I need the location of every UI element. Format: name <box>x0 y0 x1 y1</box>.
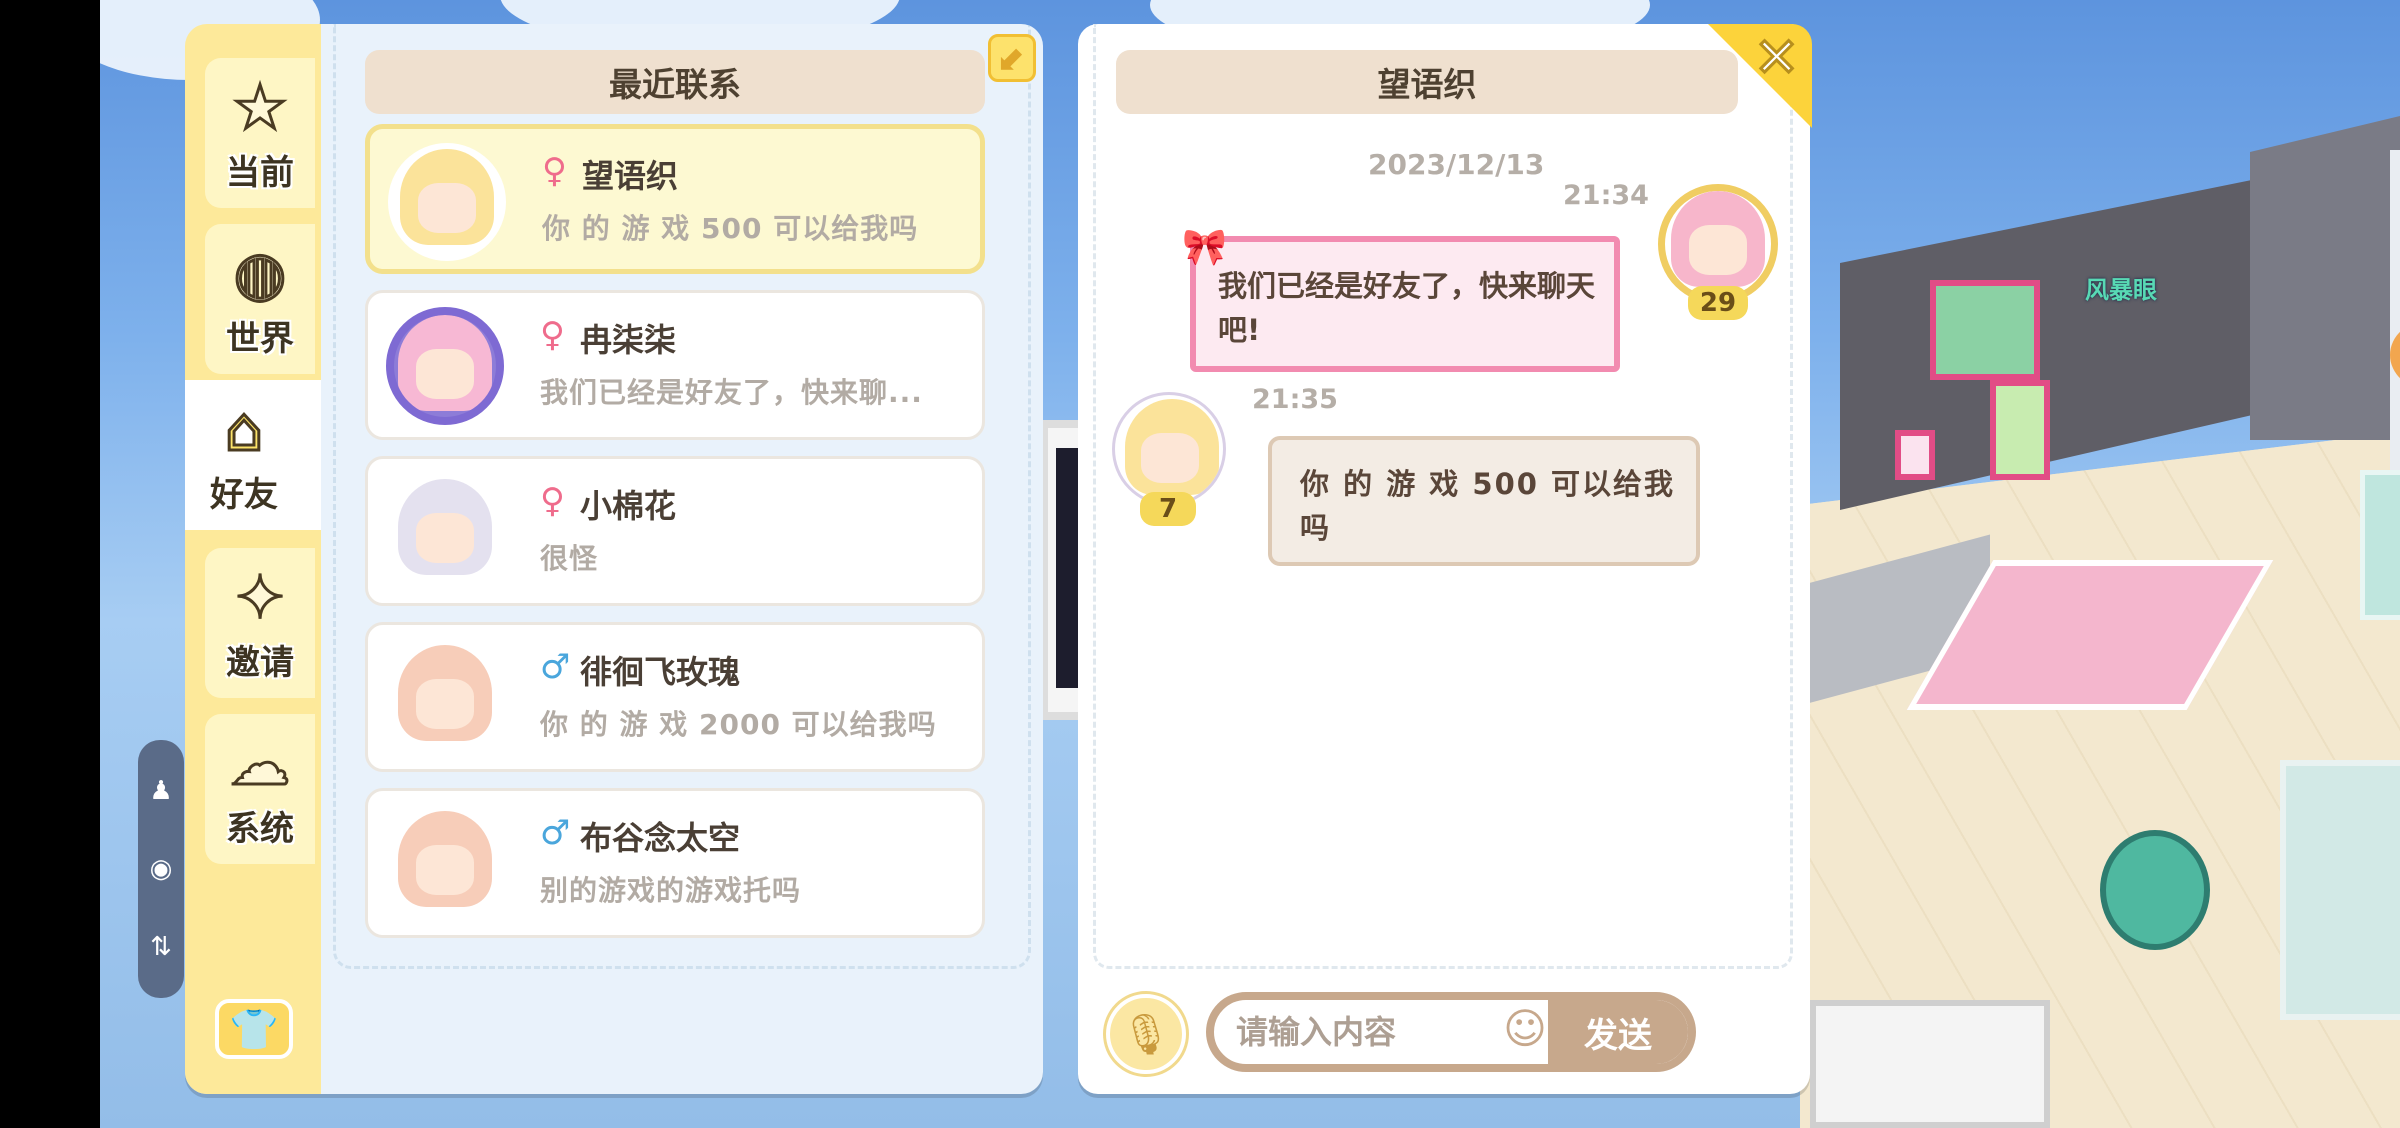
send-button[interactable]: 发送 <box>1548 1000 1688 1064</box>
avatar <box>386 473 504 591</box>
chat-panel: 望语织 ✕ 2023/12/13 21:34 🎀 我们已经是好友了，快来聊天吧!… <box>1078 24 1812 1094</box>
avatar <box>386 307 504 425</box>
house-icon: ⌂ <box>223 394 264 467</box>
contact-name: 小棉花 <box>580 487 677 525</box>
contact-item[interactable]: ♂ 布谷念太空 别的游戏的游戏托吗 <box>365 788 985 938</box>
message-bubble: 你 的 游 戏 500 可以给我吗 <box>1268 436 1700 566</box>
chat-input-bar: ☺ 发送 <box>1206 992 1696 1072</box>
tab-world[interactable]: ◍ 世界 <box>205 224 315 374</box>
avatar-face <box>1141 433 1199 483</box>
contact-item[interactable]: ♀ 望语织 你 的 游 戏 500 可以给我吗 <box>365 124 985 274</box>
level-badge: 7 <box>1140 492 1196 526</box>
avatar <box>386 639 504 757</box>
egg-chair <box>2100 830 2210 950</box>
avatar-face <box>416 349 474 399</box>
contact-name: 冉柒柒 <box>580 321 677 359</box>
contact-last-message: 你 的 游 戏 500 可以给我吗 <box>542 212 919 245</box>
collapse-arrow-icon[interactable]: ⬋ <box>988 34 1036 82</box>
message-text: 你 的 游 戏 500 可以给我吗 <box>1300 467 1676 545</box>
sparkle-stars-icon: ✦ <box>233 562 286 635</box>
contact-last-message: 很怪 <box>540 542 599 575</box>
recent-contacts-title: 最近联系 <box>365 50 985 114</box>
chat-title: 望语织 <box>1116 50 1738 114</box>
switch-icon[interactable]: ⇅ <box>144 930 178 964</box>
male-icon: ♂ <box>540 813 571 853</box>
avatar <box>386 805 504 923</box>
contact-last-message: 你 的 游 戏 2000 可以给我吗 <box>540 708 937 741</box>
planet-icon: ◍ <box>232 238 287 311</box>
room <box>1800 0 2400 1128</box>
avatar[interactable] <box>1112 392 1226 506</box>
chat-date: 2023/12/13 <box>1368 148 1545 181</box>
message-bubble: 🎀 我们已经是好友了，快来聊天吧! <box>1182 227 1620 372</box>
tab-friends[interactable]: ⌂ 好友 <box>185 380 321 530</box>
tab-label: 邀请 <box>226 643 294 683</box>
shelf <box>2280 760 2400 1020</box>
avatar-face <box>416 679 474 729</box>
room-wall-right <box>2250 80 2400 440</box>
avatar <box>388 143 506 261</box>
room-door <box>2390 150 2400 470</box>
microphone-icon[interactable]: 🎙 <box>1106 994 1186 1074</box>
picture-frame <box>1990 380 2050 480</box>
star-icon: ★ <box>232 72 289 145</box>
shirt-icon[interactable]: 👕 <box>215 999 293 1059</box>
tab-label: 当前 <box>226 153 294 193</box>
people-icon[interactable]: ♟ <box>144 774 178 808</box>
avatar-face <box>416 513 474 563</box>
contact-name: 徘徊飞玫瑰 <box>580 653 741 691</box>
contact-item[interactable]: ♂ 徘徊飞玫瑰 你 的 游 戏 2000 可以给我吗 <box>365 622 985 772</box>
emoji-cat-icon[interactable]: ☺ <box>1499 1004 1551 1058</box>
avatar-face <box>1689 225 1747 275</box>
fridge <box>2360 470 2400 620</box>
piano <box>1810 1000 2050 1128</box>
tab-label: 世界 <box>226 319 294 359</box>
message-time: 21:34 <box>1563 180 1649 211</box>
female-icon: ♀ <box>540 315 565 355</box>
avatar-face <box>418 183 476 233</box>
eye-icon[interactable]: ◉ <box>144 852 178 886</box>
contact-last-message: 我们已经是好友了，快来聊... <box>540 376 923 409</box>
tab-system[interactable]: ☁ 系统 <box>205 714 315 864</box>
contacts-panel: ★ 当前 ◍ 世界 ⌂ 好友 ✦ 邀请 ☁ 系统 👕 最近联系 ⬋ ♀ 望语织 … <box>185 24 1043 1094</box>
side-toolbar: ♟ ◉ ⇅ <box>138 740 184 998</box>
message-text: 我们已经是好友了，快来聊天吧! <box>1218 269 1596 347</box>
level-badge: 29 <box>1688 286 1748 320</box>
tab-current[interactable]: ★ 当前 <box>205 58 315 208</box>
picture-frame <box>1930 280 2040 380</box>
message-time: 21:35 <box>1252 384 1338 415</box>
contact-item[interactable]: ♀ 小棉花 很怪 <box>365 456 985 606</box>
tab-label: 系统 <box>226 809 294 849</box>
male-icon: ♂ <box>540 647 571 687</box>
avatar-face <box>416 845 474 895</box>
picture-frame <box>1895 430 1935 480</box>
chat-input[interactable] <box>1236 1000 1486 1064</box>
contact-name: 望语织 <box>582 157 679 195</box>
tab-label: 好友 <box>210 475 278 515</box>
contact-item[interactable]: ♀ 冉柒柒 我们已经是好友了，快来聊... <box>365 290 985 440</box>
female-icon: ♀ <box>540 481 565 521</box>
female-icon: ♀ <box>542 151 567 191</box>
player-name-tag: 风暴眼 <box>2085 276 2157 304</box>
chat-bubble-icon: ☁ <box>229 728 292 801</box>
bow-icon: 🎀 <box>1182 227 1227 268</box>
contact-name: 布谷念太空 <box>580 819 741 857</box>
contact-last-message: 别的游戏的游戏托吗 <box>540 874 802 907</box>
tab-invite[interactable]: ✦ 邀请 <box>205 548 315 698</box>
